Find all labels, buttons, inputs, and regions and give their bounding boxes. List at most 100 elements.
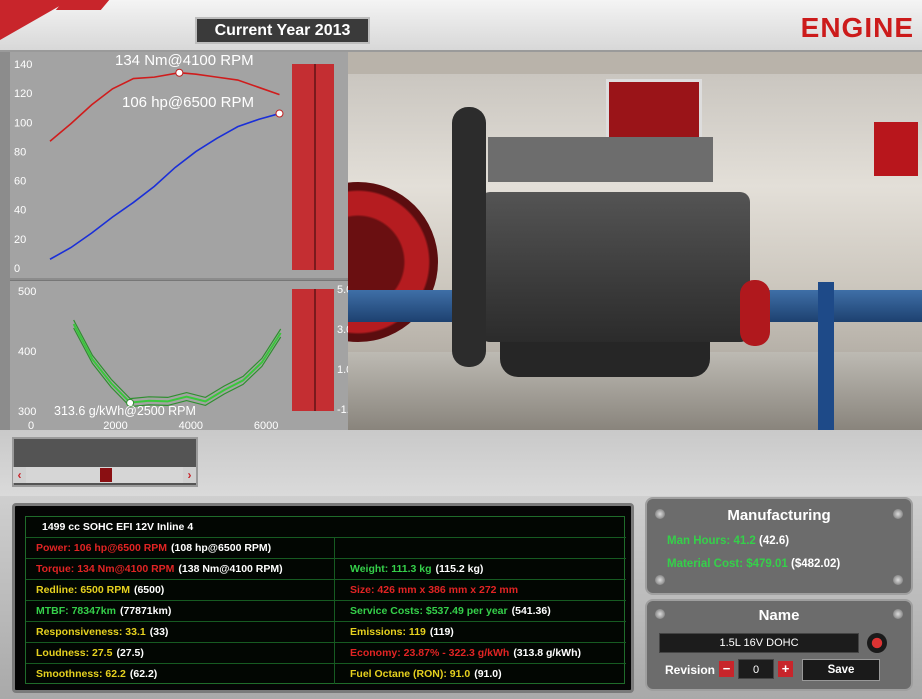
engine-3d-viewport[interactable] bbox=[348, 52, 922, 436]
revision-increment-button[interactable]: + bbox=[778, 661, 793, 677]
stat-right-1: Size: 426 mm x 386 mm x 272 mm bbox=[350, 580, 522, 600]
stat-value: Fuel Octane (RON): 91.0 bbox=[350, 668, 471, 680]
stat-reference: (77871km) bbox=[119, 605, 172, 617]
stat-reference: (541.36) bbox=[511, 605, 551, 617]
stat-reference: (119) bbox=[429, 626, 454, 638]
y-tick-label: 100 bbox=[14, 117, 32, 129]
name-panel: Name 1.5L 16V DOHC Revision − 0 + Save bbox=[645, 599, 913, 691]
stat-left-0: Power: 106 hp@6500 RPM (108 hp@6500 RPM) bbox=[36, 538, 271, 558]
test-stand-leg bbox=[818, 282, 834, 436]
stat-reference: (62.2) bbox=[129, 668, 158, 680]
screen-title: ENGINE bbox=[800, 12, 914, 43]
stat-right-2: Service Costs: $537.49 per year (541.36) bbox=[350, 601, 551, 621]
stat-value: Power: 106 hp@6500 RPM bbox=[36, 542, 168, 554]
material-cost-stat: Material Cost: $479.01 ($482.02) bbox=[667, 558, 840, 570]
stats-divider bbox=[334, 538, 335, 684]
economy-peak-label: 313.6 g/kWh@2500 RPM bbox=[54, 404, 196, 418]
torque-peak-label: 134 Nm@4100 RPM bbox=[115, 52, 254, 69]
stat-reference: (108 hp@6500 RPM) bbox=[171, 542, 272, 554]
engine-flange bbox=[740, 280, 770, 346]
slider-left-arrow-icon[interactable]: ‹ bbox=[13, 467, 26, 483]
stat-left-2: Redline: 6500 RPM (6500) bbox=[36, 580, 164, 600]
stat-value: Service Costs: $537.49 per year bbox=[350, 605, 508, 617]
wall-trim bbox=[348, 52, 922, 74]
engine-head bbox=[488, 137, 713, 182]
stat-reference: (313.8 g/kWh) bbox=[513, 647, 581, 659]
economy-y-tick-label: 300 bbox=[18, 406, 36, 418]
bolt-icon bbox=[893, 575, 903, 585]
engine-designer-screen: Current Year 2013 ENGINE 140 120 100 80 60 40… bbox=[0, 0, 922, 699]
power-peak-label: 106 hp@6500 RPM bbox=[122, 94, 254, 111]
stat-reference: (33) bbox=[149, 626, 169, 638]
stat-reference: (138 Nm@4100 RPM) bbox=[178, 563, 283, 575]
revision-value: 0 bbox=[738, 659, 774, 679]
stat-right-3: Emissions: 119 (119) bbox=[350, 622, 454, 642]
rename-icon[interactable] bbox=[867, 633, 887, 653]
redline-zone bbox=[292, 64, 334, 270]
economy-right-tick-label: 5.0 bbox=[337, 284, 348, 296]
top-bar: Current Year 2013 ENGINE bbox=[0, 0, 922, 52]
y-tick-label: 20 bbox=[14, 234, 26, 246]
y-tick-label: 60 bbox=[14, 176, 26, 188]
stat-right-4: Economy: 23.87% - 322.3 g/kWh (313.8 g/kW… bbox=[350, 643, 581, 663]
red-corner-accent bbox=[55, 0, 110, 10]
man-hours-stat: Man Hours: 41.2 (42.6) bbox=[667, 535, 789, 547]
stat-right-0: Weight: 111.3 kg (115.2 kg) bbox=[350, 559, 483, 579]
bolt-icon bbox=[655, 575, 665, 585]
power-torque-chart: 140 120 100 80 60 40 20 0 134 Nm@4100 RPM 106 h… bbox=[10, 52, 348, 278]
peak-marker bbox=[175, 68, 184, 77]
y-tick-label: 80 bbox=[14, 146, 26, 158]
redline-zone bbox=[292, 289, 334, 411]
engine-block bbox=[480, 192, 750, 342]
fire-extinguisher-sign bbox=[874, 122, 918, 176]
stat-value: Torque: 134 Nm@4100 RPM bbox=[36, 563, 175, 575]
camera-slider-thumb[interactable] bbox=[100, 468, 112, 482]
slider-right-arrow-icon[interactable]: › bbox=[183, 467, 196, 483]
stat-right-5: Fuel Octane (RON): 91.0 (91.0) bbox=[350, 664, 502, 684]
stat-value: MTBF: 78347km bbox=[36, 605, 116, 617]
economy-y-tick-label: 500 bbox=[18, 286, 36, 298]
economy-chart: 5004003005.03.01.0-1.00200040006000 313.… bbox=[10, 280, 356, 432]
stat-left-6: Smoothness: 62.2 (62.2) bbox=[36, 664, 157, 684]
economy-right-tick-label: -1.0 bbox=[337, 404, 348, 416]
engine-stats-panel: 1499 cc SOHC EFI 12V Inline 4 Power: 106… bbox=[12, 503, 634, 693]
dyno-charts: 140 120 100 80 60 40 20 0 134 Nm@4100 RPM 106 h… bbox=[0, 52, 356, 432]
engine-oil-pan bbox=[500, 342, 710, 377]
name-title: Name bbox=[758, 607, 800, 624]
material-cost-reference: ($482.02) bbox=[791, 558, 841, 570]
stat-reference: (115.2 kg) bbox=[435, 563, 484, 575]
stat-left-1: Torque: 134 Nm@4100 RPM (138 Nm@4100 RPM) bbox=[36, 559, 283, 579]
engine-name-field[interactable]: 1.5L 16V DOHC bbox=[659, 633, 859, 653]
stats-header-row: 1499 cc SOHC EFI 12V Inline 4 bbox=[26, 517, 626, 538]
economy-curve bbox=[73, 319, 282, 400]
stat-reference: (6500) bbox=[133, 584, 165, 596]
engine-pulley bbox=[452, 107, 486, 367]
stat-reference: (91.0) bbox=[474, 668, 502, 680]
stat-value: Loudness: 27.5 bbox=[36, 647, 113, 659]
engine-stats-grid: 1499 cc SOHC EFI 12V Inline 4 Power: 106… bbox=[25, 516, 626, 684]
economy-right-tick-label: 3.0 bbox=[337, 324, 348, 336]
y-tick-label: 40 bbox=[14, 205, 26, 217]
stat-left-3: MTBF: 78347km (77871km) bbox=[36, 601, 171, 621]
y-tick-label: 120 bbox=[14, 88, 32, 100]
economy-curve bbox=[72, 323, 282, 404]
y-tick-label: 140 bbox=[14, 59, 32, 71]
stat-left-4: Responsiveness: 33.1 (33) bbox=[36, 622, 168, 642]
economy-y-tick-label: 400 bbox=[18, 346, 36, 358]
stat-value: Weight: 111.3 kg bbox=[350, 563, 432, 575]
economy-plot: 5004003005.03.01.0-1.00200040006000 313.… bbox=[18, 284, 356, 432]
economy-right-tick-label: 1.0 bbox=[337, 364, 348, 376]
engine-description: 1499 cc SOHC EFI 12V Inline 4 bbox=[42, 521, 194, 533]
current-year-label: Current Year 2013 bbox=[195, 17, 370, 44]
save-button[interactable]: Save bbox=[802, 659, 880, 681]
peak-marker bbox=[275, 109, 284, 118]
stat-value: Economy: 23.87% - 322.3 g/kWh bbox=[350, 647, 510, 659]
stat-value: Responsiveness: 33.1 bbox=[36, 626, 146, 638]
revision-label: Revision bbox=[665, 663, 716, 677]
stat-value: Smoothness: 62.2 bbox=[36, 668, 126, 680]
manufacturing-panel: Manufacturing Man Hours: 41.2 (42.6) Mat… bbox=[645, 497, 913, 595]
revision-decrement-button[interactable]: − bbox=[719, 661, 734, 677]
power-curve bbox=[49, 112, 280, 260]
power-torque-plot: 140 120 100 80 60 40 20 0 134 Nm@4100 RPM 106 h… bbox=[14, 52, 334, 275]
man-hours-value: Man Hours: 41.2 bbox=[667, 535, 756, 547]
